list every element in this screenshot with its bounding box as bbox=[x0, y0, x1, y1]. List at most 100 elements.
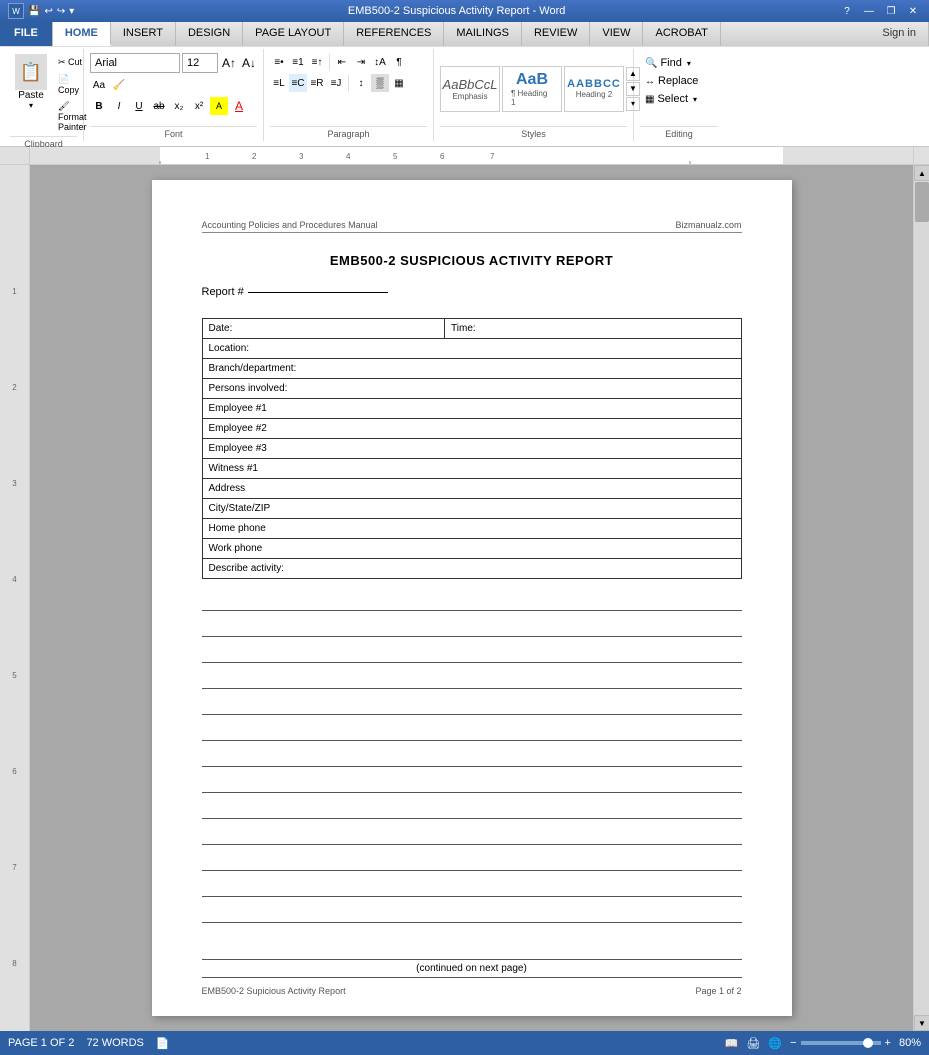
align-center-btn[interactable]: ≡C bbox=[289, 74, 307, 92]
clear-format-btn[interactable]: 🧹 bbox=[110, 76, 128, 94]
borders-btn[interactable]: ▦ bbox=[390, 74, 408, 92]
scroll-down-btn[interactable]: ▼ bbox=[914, 1015, 929, 1031]
sign-in-btn[interactable]: Sign in bbox=[870, 22, 929, 46]
font-size-input[interactable]: 12 bbox=[182, 53, 218, 73]
zoom-in-btn[interactable]: + bbox=[885, 1037, 891, 1049]
justify-btn[interactable]: ≡J bbox=[327, 74, 345, 92]
find-icon: 🔍 bbox=[645, 58, 657, 69]
paste-button[interactable]: 📋 Paste ▾ bbox=[10, 51, 52, 113]
tab-acrobat[interactable]: ACROBAT bbox=[643, 22, 720, 46]
font-label: Font bbox=[90, 126, 257, 139]
svg-text:4: 4 bbox=[346, 152, 351, 161]
text-highlight-btn[interactable]: A bbox=[210, 97, 228, 115]
superscript-btn[interactable]: x² bbox=[190, 97, 208, 115]
undo-qa-btn[interactable]: ↩ bbox=[44, 6, 52, 17]
scroll-up-btn[interactable]: ▲ bbox=[914, 165, 929, 181]
tab-references[interactable]: REFERENCES bbox=[344, 22, 444, 46]
minimize-btn[interactable]: — bbox=[861, 4, 877, 18]
font-color-btn[interactable]: A bbox=[230, 97, 248, 115]
editing-label: Editing bbox=[640, 126, 718, 139]
italic-button[interactable]: I bbox=[110, 97, 128, 115]
view-print-btn[interactable]: 🖨 bbox=[746, 1037, 760, 1050]
font-row2: B I U ab x₂ x² A A bbox=[90, 97, 248, 115]
shading-btn[interactable]: ▒ bbox=[371, 74, 389, 92]
zoom-thumb[interactable] bbox=[863, 1038, 873, 1048]
ruler-svg: 1 2 3 4 5 6 7 bbox=[30, 147, 913, 165]
grow-font-btn[interactable]: A↑ bbox=[220, 54, 238, 72]
activity-line bbox=[202, 745, 742, 767]
paste-dropdown[interactable]: ▾ bbox=[29, 101, 33, 110]
style-heading2[interactable]: AABBCC Heading 2 bbox=[564, 66, 624, 112]
view-read-btn[interactable]: 📖 bbox=[725, 1037, 739, 1050]
ruler-scrollbar-corner bbox=[913, 147, 929, 165]
tab-mailings[interactable]: MAILINGS bbox=[444, 22, 522, 46]
view-web-btn[interactable]: 🌐 bbox=[768, 1037, 782, 1050]
tab-file[interactable]: FILE bbox=[0, 22, 53, 46]
persons-cell: Persons involved: bbox=[202, 379, 741, 399]
sort-btn[interactable]: ↕A bbox=[371, 53, 389, 71]
tab-review[interactable]: REVIEW bbox=[522, 22, 590, 46]
table-row: Persons involved: bbox=[202, 379, 741, 399]
style-heading1[interactable]: AaB ¶ Heading 1 bbox=[502, 66, 562, 112]
shrink-font-btn[interactable]: A↓ bbox=[240, 54, 258, 72]
tab-home[interactable]: HOME bbox=[53, 22, 111, 46]
style-emphasis[interactable]: AaBbCcL Emphasis bbox=[440, 66, 500, 112]
select-dropdown[interactable]: ▾ bbox=[693, 95, 697, 104]
svg-text:6: 6 bbox=[440, 152, 445, 161]
tab-insert[interactable]: INSERT bbox=[111, 22, 176, 46]
replace-button[interactable]: ↔ Replace bbox=[640, 73, 703, 89]
find-button[interactable]: 🔍 Find ▾ bbox=[640, 55, 696, 71]
table-row: Employee #1 bbox=[202, 399, 741, 419]
activity-line bbox=[202, 719, 742, 741]
font-name-input[interactable]: Arial bbox=[90, 53, 180, 73]
restore-btn[interactable]: ❐ bbox=[883, 4, 899, 18]
citystate-cell: City/State/ZIP bbox=[202, 499, 741, 519]
document-area[interactable]: Accounting Policies and Procedures Manua… bbox=[30, 165, 913, 1031]
align-left-btn[interactable]: ≡L bbox=[270, 74, 288, 92]
heading1-preview: AaB bbox=[516, 71, 548, 89]
help-btn[interactable]: ? bbox=[839, 4, 855, 18]
increase-indent-btn[interactable]: ⇥ bbox=[352, 53, 370, 71]
tab-design[interactable]: DESIGN bbox=[176, 22, 243, 46]
select-icon: ▦ bbox=[645, 94, 654, 105]
align-right-btn[interactable]: ≡R bbox=[308, 74, 326, 92]
proofing-icon[interactable]: 📄 bbox=[156, 1037, 170, 1050]
ribbon: FILE HOME INSERT DESIGN PAGE LAYOUT REFE… bbox=[0, 22, 929, 147]
tab-view[interactable]: VIEW bbox=[590, 22, 643, 46]
footer-left: EMB500-2 Supicious Activity Report bbox=[202, 986, 346, 996]
find-dropdown[interactable]: ▾ bbox=[687, 59, 691, 68]
svg-text:7: 7 bbox=[490, 152, 495, 161]
bold-button[interactable]: B bbox=[90, 97, 108, 115]
scroll-thumb[interactable] bbox=[915, 182, 929, 222]
para-sep2 bbox=[348, 75, 349, 91]
activity-line bbox=[202, 797, 742, 819]
decrease-indent-btn[interactable]: ⇤ bbox=[333, 53, 351, 71]
numbered-list-btn[interactable]: ≡1 bbox=[289, 53, 307, 71]
zoom-slider[interactable] bbox=[801, 1041, 881, 1045]
strikethrough-btn[interactable]: ab bbox=[150, 97, 168, 115]
font-group: Arial 12 A↑ A↓ Aa 🧹 B I U ab x₂ x² A bbox=[84, 49, 264, 141]
tab-page-layout[interactable]: PAGE LAYOUT bbox=[243, 22, 344, 46]
redo-qa-btn[interactable]: ↪ bbox=[57, 6, 65, 17]
bullets-btn[interactable]: ≡• bbox=[270, 53, 288, 71]
save-qa-btn[interactable]: 💾 bbox=[28, 6, 40, 17]
employee1-cell: Employee #1 bbox=[202, 399, 741, 419]
para-row2: ≡L ≡C ≡R ≡J ↕ ▒ ▦ bbox=[270, 74, 408, 92]
scroll-track[interactable] bbox=[914, 181, 929, 1015]
show-hide-btn[interactable]: ¶ bbox=[390, 53, 408, 71]
multilevel-list-btn[interactable]: ≡↑ bbox=[308, 53, 326, 71]
vertical-scrollbar[interactable]: ▲ ▼ bbox=[913, 165, 929, 1031]
underline-button[interactable]: U bbox=[130, 97, 148, 115]
close-btn[interactable]: ✕ bbox=[905, 4, 921, 18]
zoom-area: − + 80% bbox=[790, 1037, 921, 1049]
zoom-out-btn[interactable]: − bbox=[790, 1037, 796, 1049]
svg-text:2: 2 bbox=[252, 152, 257, 161]
table-row: Date: Time: bbox=[202, 319, 741, 339]
change-case-btn[interactable]: Aa bbox=[90, 76, 108, 94]
line-spacing-btn[interactable]: ↕ bbox=[352, 74, 370, 92]
date-cell: Date: bbox=[202, 319, 445, 339]
select-button[interactable]: ▦ Select ▾ bbox=[640, 91, 702, 107]
subscript-btn[interactable]: x₂ bbox=[170, 97, 188, 115]
activity-line bbox=[202, 693, 742, 715]
emphasis-preview: AaBbCcL bbox=[443, 77, 498, 92]
